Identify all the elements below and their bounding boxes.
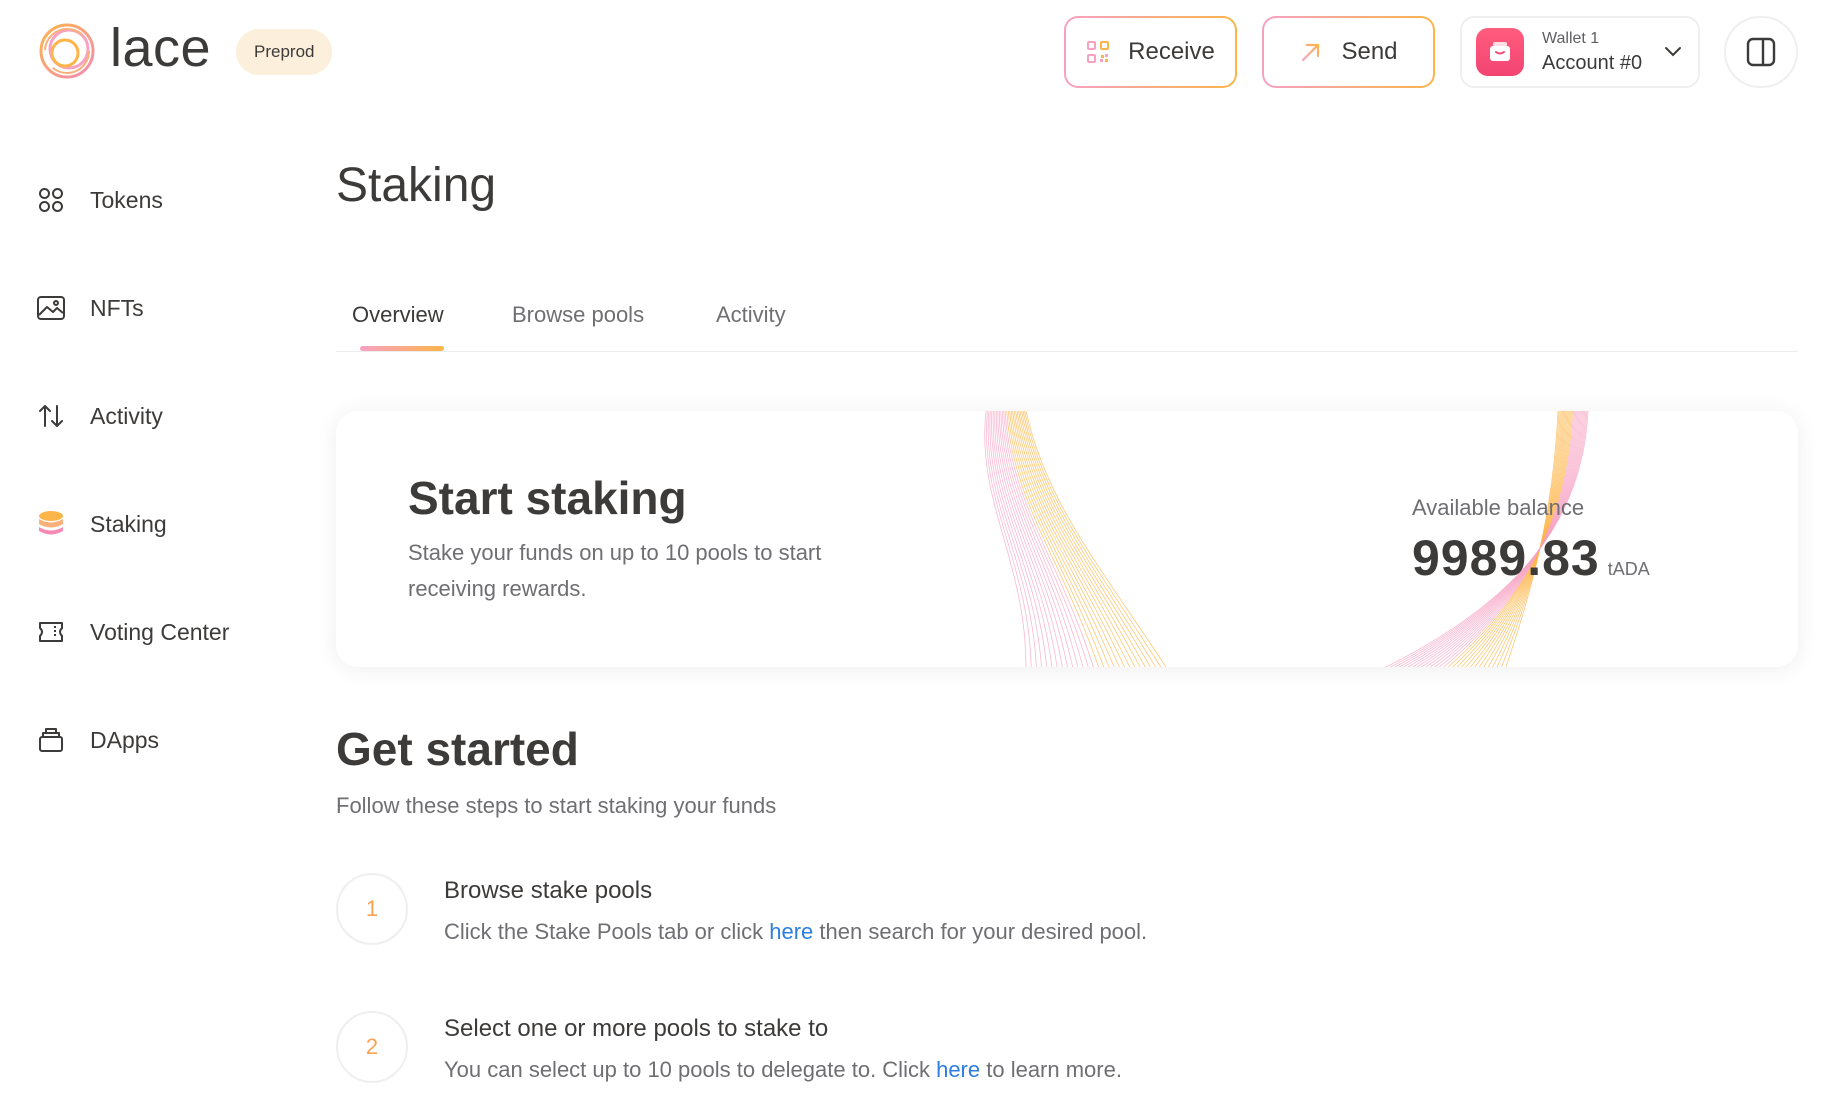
chevron-down-icon	[1665, 47, 1681, 57]
step-browse-pools: 1 Browse stake pools Click the Stake Poo…	[336, 873, 1636, 953]
tab-browse-pools[interactable]: Browse pools	[512, 302, 644, 328]
sidebar-item-tokens[interactable]: Tokens	[36, 175, 286, 225]
step-desc-text: Click the Stake Pools tab or click	[444, 919, 770, 944]
balance-unit: tADA	[1607, 559, 1650, 579]
sidebar-item-label: DApps	[90, 726, 160, 753]
network-badge: Preprod	[236, 29, 333, 75]
lace-logo-text: lace	[110, 18, 212, 78]
step-select-pools: 2 Select one or more pools to stake to Y…	[336, 1011, 1636, 1091]
start-staking-description: Stake your funds on up to 10 pools to st…	[408, 540, 822, 601]
sidebar-item-label: Staking	[90, 510, 167, 537]
learn-more-here-link[interactable]: here	[936, 1057, 980, 1082]
step-description: You can select up to 10 pools to delegat…	[444, 1057, 1122, 1083]
receive-button[interactable]: Receive	[1064, 16, 1237, 88]
arrow-up-right-icon	[1302, 43, 1320, 62]
start-staking-card: Start staking Stake your funds on up to …	[336, 411, 1798, 667]
step-desc-text: to learn more.	[980, 1057, 1122, 1082]
step-desc-text: You can select up to 10 pools to delegat…	[444, 1057, 937, 1082]
side-panel-icon	[1746, 37, 1776, 67]
active-tab-indicator	[360, 346, 444, 351]
send-label: Send	[1341, 38, 1398, 65]
arrows-up-down-icon	[36, 401, 66, 431]
sidebar-item-dapps[interactable]: DApps	[36, 715, 286, 765]
ticket-icon	[36, 617, 66, 647]
step-desc-text: then search for your desired pool.	[813, 919, 1148, 944]
wallet-icon	[1490, 42, 1510, 61]
page-title: Staking	[336, 159, 497, 212]
account-name: Account #0	[1542, 51, 1643, 74]
send-button[interactable]: Send	[1262, 16, 1435, 88]
browse-pools-here-link[interactable]: here	[769, 919, 813, 944]
step-number: 2	[336, 1011, 408, 1083]
wallet-name: Wallet 1	[1542, 29, 1600, 47]
sidebar-item-activity[interactable]: Activity	[36, 391, 286, 441]
image-icon	[36, 293, 66, 323]
available-balance-label: Available balance	[1412, 495, 1585, 520]
stack-icon	[36, 725, 66, 755]
step-title: Browse stake pools	[444, 877, 653, 904]
balance-value: 9989.83	[1412, 530, 1600, 586]
lace-logo-icon	[39, 23, 95, 79]
start-staking-title: Start staking	[408, 472, 687, 524]
sidebar-item-nfts[interactable]: NFTs	[36, 283, 286, 333]
lace-logo[interactable]: lace	[36, 20, 211, 82]
sidebar-item-staking[interactable]: Staking	[36, 499, 286, 549]
get-started-title: Get started	[336, 723, 579, 775]
qr-code-icon	[1087, 41, 1110, 63]
coins-stack-icon	[36, 509, 66, 539]
tab-activity[interactable]: Activity	[716, 302, 786, 328]
grid-icon	[36, 185, 66, 215]
side-panel-toggle-button[interactable]	[1724, 16, 1798, 88]
sidebar-item-label: Voting Center	[90, 618, 230, 645]
step-title: Select one or more pools to stake to	[444, 1015, 829, 1042]
sidebar-item-label: Tokens	[90, 186, 163, 213]
staking-tabs: Overview Browse pools Activity	[336, 290, 1798, 352]
step-description: Click the Stake Pools tab or click here …	[444, 919, 1147, 945]
receive-label: Receive	[1128, 38, 1215, 65]
wallet-selector[interactable]: Wallet 1 Account #0	[1460, 16, 1700, 88]
wallet-avatar	[1476, 28, 1524, 76]
sidebar-item-label: NFTs	[90, 294, 144, 321]
tab-overview[interactable]: Overview	[352, 302, 444, 328]
available-balance: 9989.83 tADA	[1412, 529, 1650, 587]
step-number: 1	[336, 873, 408, 945]
sidebar-item-label: Activity	[90, 402, 163, 429]
get-started-subtitle: Follow these steps to start staking your…	[336, 793, 777, 818]
sidebar-item-voting-center[interactable]: Voting Center	[36, 607, 286, 657]
